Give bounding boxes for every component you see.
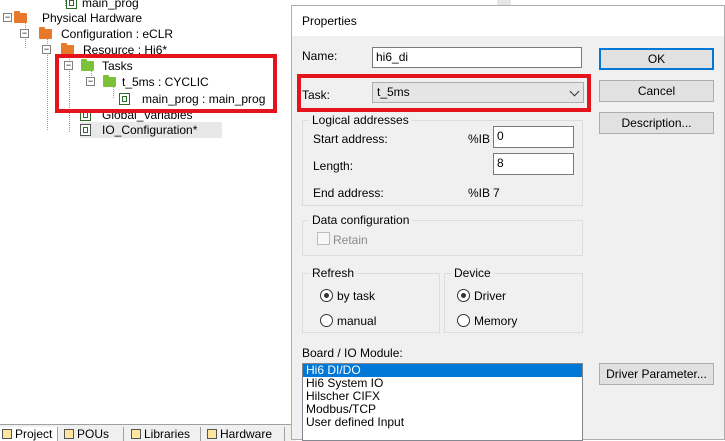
start-address-input[interactable]: 0 bbox=[493, 126, 574, 148]
end-address-label: End address: bbox=[313, 186, 384, 200]
tab-libraries[interactable]: Libraries bbox=[129, 427, 201, 441]
end-address-value: 7 bbox=[493, 186, 500, 200]
program-icon bbox=[66, 0, 77, 9]
collapse-icon[interactable]: − bbox=[3, 13, 12, 22]
project-icon bbox=[2, 429, 12, 439]
name-input[interactable]: hi6_di bbox=[372, 47, 582, 68]
refresh-title: Refresh bbox=[309, 266, 358, 280]
refresh-manual-label: manual bbox=[337, 314, 377, 328]
highlight-box-tasks bbox=[55, 54, 277, 113]
collapse-icon[interactable]: − bbox=[42, 45, 51, 54]
highlight-box-task bbox=[297, 74, 591, 112]
end-address-prefix: %IB bbox=[468, 186, 491, 200]
length-label: Length: bbox=[313, 159, 354, 173]
folder-icon bbox=[14, 11, 27, 23]
hardware-icon bbox=[207, 429, 217, 439]
name-label: Name: bbox=[302, 49, 338, 63]
collapse-icon[interactable]: − bbox=[20, 29, 29, 38]
tab-project[interactable]: Project bbox=[0, 427, 58, 441]
driver-parameter-button[interactable]: Driver Parameter... bbox=[599, 363, 714, 385]
bottom-tab-bar: Project POUs Libraries Hardware bbox=[0, 424, 296, 441]
folder-icon bbox=[39, 27, 52, 39]
refresh-manual-radio[interactable] bbox=[320, 314, 333, 327]
logical-addresses-title: Logical addresses bbox=[309, 113, 412, 127]
cancel-button[interactable]: Cancel bbox=[599, 80, 714, 102]
retain-label: Retain bbox=[333, 233, 368, 247]
board-io-module-label: Board / IO Module: bbox=[302, 346, 403, 360]
tab-hardware[interactable]: Hardware bbox=[205, 427, 285, 441]
ok-button[interactable]: OK bbox=[599, 48, 714, 70]
start-address-prefix: %IB bbox=[468, 132, 491, 146]
board-io-module-list[interactable]: Hi6 DI/DO Hi6 System IO Hilscher CIFX Mo… bbox=[302, 363, 583, 441]
start-address-label: Start address: bbox=[313, 132, 388, 146]
dialog-title: Properties bbox=[292, 6, 724, 36]
description-button[interactable]: Description... bbox=[599, 112, 714, 134]
retain-checkbox[interactable] bbox=[317, 232, 330, 245]
list-item[interactable]: User defined Input bbox=[303, 416, 582, 429]
device-title: Device bbox=[451, 266, 494, 280]
device-memory-radio[interactable] bbox=[457, 314, 470, 327]
length-input[interactable]: 8 bbox=[493, 153, 574, 175]
data-configuration-title: Data configuration bbox=[309, 213, 413, 227]
project-tree: main_prog − Physical Hardware − Configur… bbox=[0, 0, 291, 424]
tab-pous[interactable]: POUs bbox=[62, 427, 124, 441]
device-driver-radio[interactable] bbox=[457, 289, 470, 302]
device-driver-label: Driver bbox=[474, 289, 506, 303]
refresh-by-task-label: by task bbox=[337, 289, 376, 303]
libraries-icon bbox=[131, 429, 141, 439]
device-memory-label: Memory bbox=[474, 314, 518, 328]
pous-icon bbox=[64, 429, 74, 439]
tree-item-io-configuration[interactable]: IO_Configuration* bbox=[80, 122, 222, 138]
refresh-by-task-radio[interactable] bbox=[320, 289, 333, 302]
io-config-icon bbox=[80, 124, 91, 136]
properties-dialog: Properties Name: hi6_di Task: t_5ms OK C… bbox=[291, 5, 725, 441]
